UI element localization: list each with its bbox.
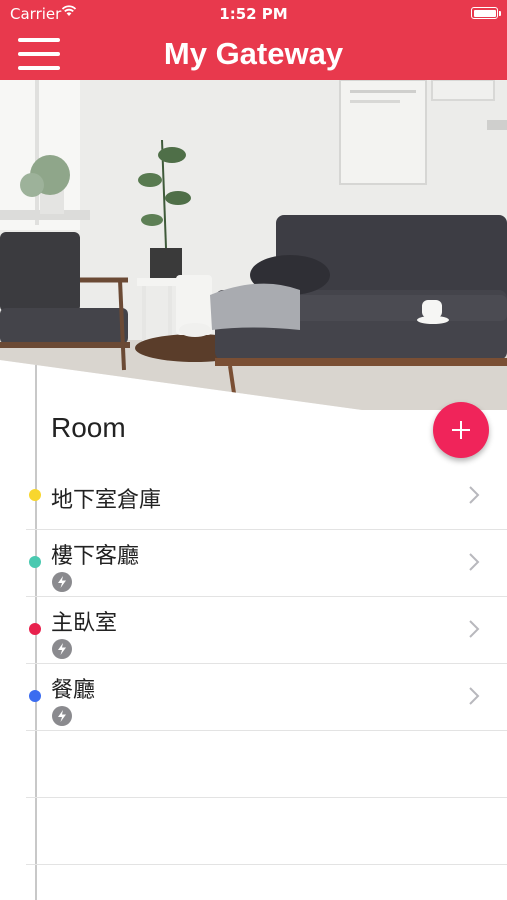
room-name: 餐廳	[51, 678, 96, 703]
room-name: 地下室倉庫	[51, 488, 162, 513]
add-room-button[interactable]	[433, 402, 489, 458]
empty-row	[26, 797, 507, 865]
room-name: 主臥室	[51, 611, 118, 636]
status-time: 1:52 PM	[219, 5, 288, 23]
chevron-right-icon	[469, 620, 480, 638]
room-name: 樓下客廳	[51, 544, 140, 569]
room-color-dot	[29, 489, 41, 501]
room-row[interactable]: 主臥室	[26, 596, 507, 664]
status-bar: Carrier 1:52 PM	[0, 0, 507, 28]
chevron-right-icon	[469, 486, 480, 504]
room-color-dot	[29, 690, 41, 702]
room-color-dot	[29, 623, 41, 635]
device-icon	[52, 639, 72, 659]
room-row[interactable]: 樓下客廳	[26, 529, 507, 597]
battery-icon	[471, 7, 501, 19]
section-heading: Room	[51, 412, 126, 443]
room-photo	[0, 80, 507, 410]
device-icon	[52, 706, 72, 726]
chevron-right-icon	[469, 553, 480, 571]
room-color-dot	[29, 556, 41, 568]
page-title: My Gateway	[163, 36, 344, 71]
empty-row	[26, 730, 507, 798]
room-row[interactable]: 餐廳	[26, 663, 507, 731]
device-icon	[52, 572, 72, 592]
room-row[interactable]: 地下室倉庫	[26, 462, 507, 530]
chevron-right-icon	[469, 687, 480, 705]
nav-bar: Carrier 1:52 PM My Gateway	[0, 0, 507, 80]
